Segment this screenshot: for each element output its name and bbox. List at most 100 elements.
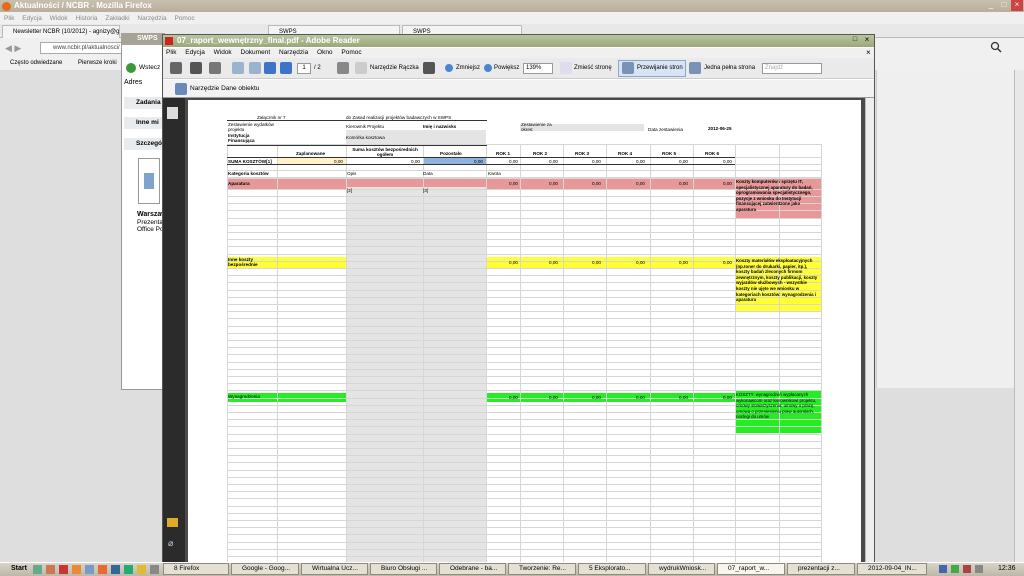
tray-icon[interactable] xyxy=(951,565,959,573)
task-print-application[interactable]: wydrukWniosk... xyxy=(648,563,715,575)
task-report-pdf[interactable]: 07_raport_w... xyxy=(717,563,785,575)
task-google[interactable]: Google - Goog... xyxy=(231,563,299,575)
back-label[interactable]: Wstecz xyxy=(139,64,160,71)
task-virtual-university[interactable]: Wirtualna Ucz... xyxy=(301,563,368,575)
volume-icon[interactable] xyxy=(975,565,983,573)
grid-row-line xyxy=(227,170,821,171)
grid-column-line xyxy=(693,144,694,562)
find-input[interactable]: Znajdź xyxy=(762,63,822,74)
comments-icon[interactable] xyxy=(167,518,178,527)
col-year-1: ROK 1 xyxy=(496,151,511,156)
save-icon[interactable] xyxy=(190,62,202,74)
menu-edit[interactable]: Edycja xyxy=(22,15,42,22)
menu-window[interactable]: Okno xyxy=(317,49,333,56)
close-document-icon[interactable]: × xyxy=(866,48,871,57)
zoom-out-label[interactable]: Zmniejsz xyxy=(456,65,480,71)
hand-tool-label[interactable]: Narzędzie Rączka xyxy=(370,65,419,71)
quick-launch-icon[interactable] xyxy=(59,565,68,574)
fit-page-label[interactable]: Zmieść stronę xyxy=(574,65,612,71)
tray-icon[interactable] xyxy=(939,565,947,573)
quick-launch-icon[interactable] xyxy=(46,565,55,574)
page-number-input[interactable]: 1 xyxy=(297,63,311,74)
search-icon[interactable] xyxy=(990,41,1002,53)
menu-view[interactable]: Widok xyxy=(214,49,232,56)
zoom-out-icon[interactable] xyxy=(445,64,453,72)
task-presentation[interactable]: prezentacji z... xyxy=(787,563,855,575)
panel-tasks[interactable]: Zadania xyxy=(124,97,165,109)
quick-launch-icon[interactable] xyxy=(98,565,107,574)
bookmark-first-steps[interactable]: Pierwsze kroki xyxy=(78,60,117,66)
first-page-icon[interactable] xyxy=(232,62,244,74)
binoculars-icon[interactable] xyxy=(209,62,221,74)
attachment-icon[interactable]: ⌀ xyxy=(168,538,173,549)
quick-launch-icon[interactable] xyxy=(85,565,94,574)
next-page-icon[interactable] xyxy=(264,62,276,74)
object-data-label[interactable]: Narzędzie Dane obiektu xyxy=(190,85,259,92)
single-page-label[interactable]: Jedna pełna strona xyxy=(704,65,755,71)
apparatus-year-5: 0,00 xyxy=(679,181,688,186)
single-page-icon[interactable] xyxy=(689,62,701,74)
pages-panel-icon[interactable] xyxy=(167,107,178,119)
tab-newsletter[interactable]: Newsletter NCBR (10/2012) - agnizy@gm... xyxy=(2,25,120,38)
hand-tool-icon[interactable] xyxy=(355,62,367,74)
menu-document[interactable]: Dokument xyxy=(241,49,271,56)
col-year-4: ROK 4 xyxy=(618,151,633,156)
select-tool-icon[interactable] xyxy=(337,62,349,74)
task-create[interactable]: Tworzenie: Re... xyxy=(508,563,576,575)
menu-file[interactable]: Plik xyxy=(166,49,176,56)
grid-row-line xyxy=(227,448,821,449)
zoom-in-label[interactable]: Powiększ xyxy=(494,65,519,71)
back-icon[interactable] xyxy=(126,63,136,73)
zoom-select[interactable]: 139% xyxy=(523,63,553,74)
panel-other[interactable]: Inne mi xyxy=(124,117,165,129)
zoom-in-icon[interactable] xyxy=(484,64,492,72)
task-inbox[interactable]: Odebrane - ba... xyxy=(439,563,506,575)
grid-row-line xyxy=(227,506,821,507)
task-firefox[interactable]: 8 Firefox xyxy=(163,563,229,575)
bookmark-frequent[interactable]: Często odwiedzane xyxy=(10,60,62,66)
other-year-1: 0,00 xyxy=(509,260,518,265)
menu-history[interactable]: Historia xyxy=(76,15,98,22)
print-icon[interactable] xyxy=(170,62,182,74)
restore-icon[interactable]: □ xyxy=(849,35,861,46)
quick-launch-icon[interactable] xyxy=(111,565,120,574)
grid-row-line xyxy=(227,333,821,334)
grid-column-line xyxy=(227,144,228,562)
close-icon[interactable]: × xyxy=(861,35,873,46)
quick-launch-icon[interactable] xyxy=(33,565,42,574)
tray-icon[interactable] xyxy=(963,565,971,573)
close-icon[interactable]: × xyxy=(1011,0,1023,11)
col-direct-sum: Suma kosztów bezpośrednich ogółem xyxy=(352,147,418,157)
menu-edit[interactable]: Edycja xyxy=(185,49,205,56)
task-document[interactable]: 2012-09-04_IN... xyxy=(857,563,927,575)
file-thumbnail[interactable] xyxy=(138,158,160,204)
firefox-scrollbar[interactable] xyxy=(1014,70,1024,562)
sum-label: SUMA KOSZTÓW[1] xyxy=(228,159,272,164)
object-data-icon[interactable] xyxy=(175,83,187,95)
menu-bookmarks[interactable]: Zakładki xyxy=(105,15,129,22)
quick-launch-icon[interactable] xyxy=(150,565,159,574)
menu-tools[interactable]: Narzędzia xyxy=(137,15,166,22)
reader-secondary-toolbar xyxy=(163,80,874,98)
menu-help[interactable]: Pomoc xyxy=(341,49,361,56)
quick-launch-icon[interactable] xyxy=(137,565,146,574)
menu-tools[interactable]: Narzędzia xyxy=(279,49,308,56)
back-arrow-icon[interactable]: ◀ ▶ xyxy=(5,43,21,54)
minimize-icon[interactable]: _ xyxy=(985,0,997,11)
reader-scrollbar[interactable] xyxy=(865,98,874,562)
panel-details[interactable]: Szczegó xyxy=(124,138,165,150)
task-explorer[interactable]: 5 Eksplorato... xyxy=(578,563,646,575)
last-page-icon[interactable] xyxy=(280,62,292,74)
menu-file[interactable]: Plik xyxy=(4,15,14,22)
menu-help[interactable]: Pomoc xyxy=(174,15,194,22)
start-button[interactable]: Start xyxy=(0,563,30,575)
menu-view[interactable]: Widok xyxy=(50,15,68,22)
maximize-icon[interactable]: □ xyxy=(998,0,1010,11)
grid-row-line xyxy=(227,441,821,442)
quick-launch-icon[interactable] xyxy=(72,565,81,574)
fit-page-icon[interactable] xyxy=(560,62,572,74)
quick-launch-icon[interactable] xyxy=(124,565,133,574)
zoom-tool-icon[interactable] xyxy=(423,62,435,74)
previous-page-icon[interactable] xyxy=(249,62,261,74)
task-office[interactable]: Biuro Obsługi ... xyxy=(370,563,437,575)
